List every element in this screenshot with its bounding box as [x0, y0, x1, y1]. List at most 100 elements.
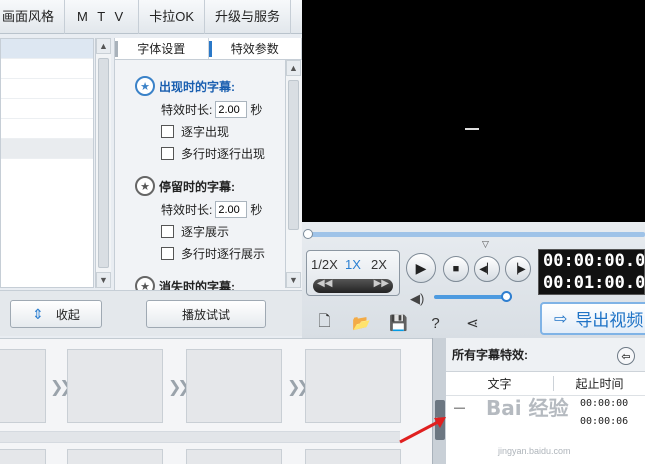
video-preview	[302, 0, 645, 222]
stay-char-checkbox[interactable]: 逐字展示	[161, 221, 265, 241]
chevron-down-icon[interactable]: ▽	[482, 239, 489, 250]
settings-tabs: 字体设置 特效参数	[115, 38, 302, 60]
export-icon: ⇨	[554, 310, 568, 328]
tab-font-settings[interactable]: 字体设置	[115, 38, 209, 59]
storyboard-slot[interactable]	[0, 349, 46, 423]
stay-line-checkbox[interactable]: 多行时逐行展示	[161, 243, 265, 263]
open-folder-icon[interactable]: 📂	[343, 312, 380, 334]
playback-progress-bar[interactable]	[303, 229, 645, 239]
tab-screen-style[interactable]: 画面风格	[0, 0, 66, 34]
stop-button[interactable]: ■	[443, 256, 469, 282]
col-text: 文字	[446, 376, 554, 391]
export-video-button[interactable]: ⇨ 导出视频	[540, 302, 645, 335]
duration-label: 特效时长:	[161, 203, 213, 217]
volume-icon[interactable]: ◀)	[410, 291, 424, 307]
share-icon[interactable]: ⋖	[454, 312, 491, 334]
total-time: 00:01:00.0	[543, 273, 645, 293]
watermark: Bai 经验	[486, 396, 569, 420]
checkbox-icon[interactable]	[161, 124, 174, 138]
red-annotation-arrow	[399, 417, 446, 444]
storyboard-slot[interactable]	[305, 349, 401, 423]
storyboard-slot[interactable]	[67, 349, 163, 423]
checkbox-icon[interactable]	[161, 246, 174, 260]
settings-scrollbar[interactable]: ▲ ▼	[285, 60, 301, 288]
list-item[interactable]	[1, 59, 93, 79]
action-button-row: ⇕ 收起 播放试试	[0, 290, 302, 336]
effect-start-time: 00:00:00	[580, 398, 629, 409]
storyboard-slot[interactable]	[186, 349, 282, 423]
star-icon: ★	[135, 176, 155, 196]
jog-wheel[interactable]: ◀◀ ▶▶	[313, 278, 393, 293]
player-controls: ▽ 1/2X 1X 2X ◀◀ ▶▶ ▶ ■ ◀▏ ▕▶ 00:00:00.0 …	[302, 222, 645, 340]
current-time: 00:00:00.0	[543, 251, 645, 271]
progress-knob[interactable]	[303, 229, 313, 239]
checkbox-icon[interactable]	[161, 146, 174, 160]
storyboard-slot[interactable]	[67, 449, 163, 464]
step-forward-icon: ▕▶	[510, 263, 526, 275]
collapse-button[interactable]: ⇕ 收起	[10, 300, 102, 328]
appear-section: ★ 出现时的字幕: 特效时长: 秒 逐字出现 多行时逐行出现	[135, 76, 265, 163]
stay-duration-input[interactable]	[215, 201, 248, 218]
appear-char-checkbox[interactable]: 逐字出现	[161, 121, 265, 141]
scroll-up-icon[interactable]: ▲	[286, 60, 301, 76]
scroll-down-icon[interactable]: ▼	[96, 272, 111, 288]
rewind-icon[interactable]: ◀◀	[317, 278, 332, 289]
appear-duration-input[interactable]	[215, 101, 248, 118]
list-scrollbar[interactable]: ▲ ▼	[95, 38, 111, 288]
tab-mtv[interactable]: M T V	[65, 0, 140, 34]
unit-label: 秒	[250, 103, 263, 117]
scroll-up-icon[interactable]: ▲	[96, 38, 111, 54]
scroll-thumb[interactable]	[98, 58, 109, 268]
watermark-url: jingyan.baidu.com	[498, 446, 571, 456]
star-icon: ★	[135, 76, 155, 96]
next-frame-button[interactable]: ▕▶	[505, 256, 531, 282]
file-toolbar: 🗋 📂 💾 ? ⋖	[306, 312, 491, 334]
storyboard-slot[interactable]	[305, 449, 401, 464]
tab-effect-params[interactable]: 特效参数	[208, 38, 302, 59]
time-display: 00:00:00.0 00:01:00.0	[538, 249, 645, 295]
speed-2x[interactable]: 2X	[371, 257, 387, 272]
step-back-icon: ◀▏	[479, 263, 495, 275]
timeline-storyboard: ❯❯❯ ❯❯❯ ❯❯❯	[0, 338, 432, 464]
storyboard-slot[interactable]	[186, 449, 282, 464]
disappear-section: ★ 消失时的字幕:	[135, 276, 235, 290]
top-tab-bar: 画面风格 M T V 卡拉OK 升级与服务	[0, 0, 302, 34]
new-file-icon[interactable]: 🗋	[306, 312, 343, 334]
prev-frame-button[interactable]: ◀▏	[474, 256, 500, 282]
duration-label: 特效时长:	[161, 103, 213, 117]
timeline-scrollbar[interactable]	[0, 431, 400, 443]
preview-button[interactable]: 播放试试	[146, 300, 266, 328]
tab-upgrade-service[interactable]: 升级与服务	[205, 0, 292, 34]
list-item[interactable]	[1, 119, 93, 139]
speed-selector: 1/2X 1X 2X ◀◀ ▶▶	[306, 250, 400, 296]
stop-icon: ■	[452, 263, 460, 275]
play-button[interactable]: ▶	[406, 253, 436, 283]
checkbox-icon[interactable]	[161, 224, 174, 238]
effect-end-time: 00:00:06	[580, 416, 629, 427]
speed-half[interactable]: 1/2X	[311, 257, 338, 272]
star-icon: ★	[135, 276, 155, 290]
fast-forward-icon[interactable]: ▶▶	[374, 278, 389, 289]
app-window: 画面风格 M T V 卡拉OK 升级与服务 ▲ ▼ 字体设置 特效参数 ★ 出现…	[0, 0, 645, 464]
list-item[interactable]	[1, 39, 93, 59]
play-icon: ▶	[415, 259, 427, 276]
save-icon[interactable]: 💾	[380, 312, 417, 334]
help-icon[interactable]: ?	[417, 312, 454, 334]
subtitle-preview-mark	[465, 128, 479, 130]
volume-knob[interactable]	[500, 291, 512, 302]
storyboard-slot[interactable]	[0, 449, 46, 464]
appear-line-checkbox[interactable]: 多行时逐行出现	[161, 143, 265, 163]
volume-slider[interactable]	[434, 291, 512, 302]
subtitle-list[interactable]	[0, 38, 94, 288]
stay-title: 停留时的字幕:	[159, 179, 235, 194]
speed-1x[interactable]: 1X	[345, 257, 361, 272]
back-icon[interactable]: ⇦	[617, 347, 635, 365]
list-item[interactable]	[1, 99, 93, 119]
scroll-thumb[interactable]	[288, 80, 299, 230]
list-item[interactable]	[1, 79, 93, 99]
effect-text: —	[454, 402, 465, 414]
effects-panel-title: 所有字幕特效:	[452, 348, 528, 362]
scroll-down-icon[interactable]: ▼	[286, 272, 301, 288]
list-item[interactable]	[1, 139, 93, 159]
tab-karaoke[interactable]: 卡拉OK	[139, 0, 206, 34]
